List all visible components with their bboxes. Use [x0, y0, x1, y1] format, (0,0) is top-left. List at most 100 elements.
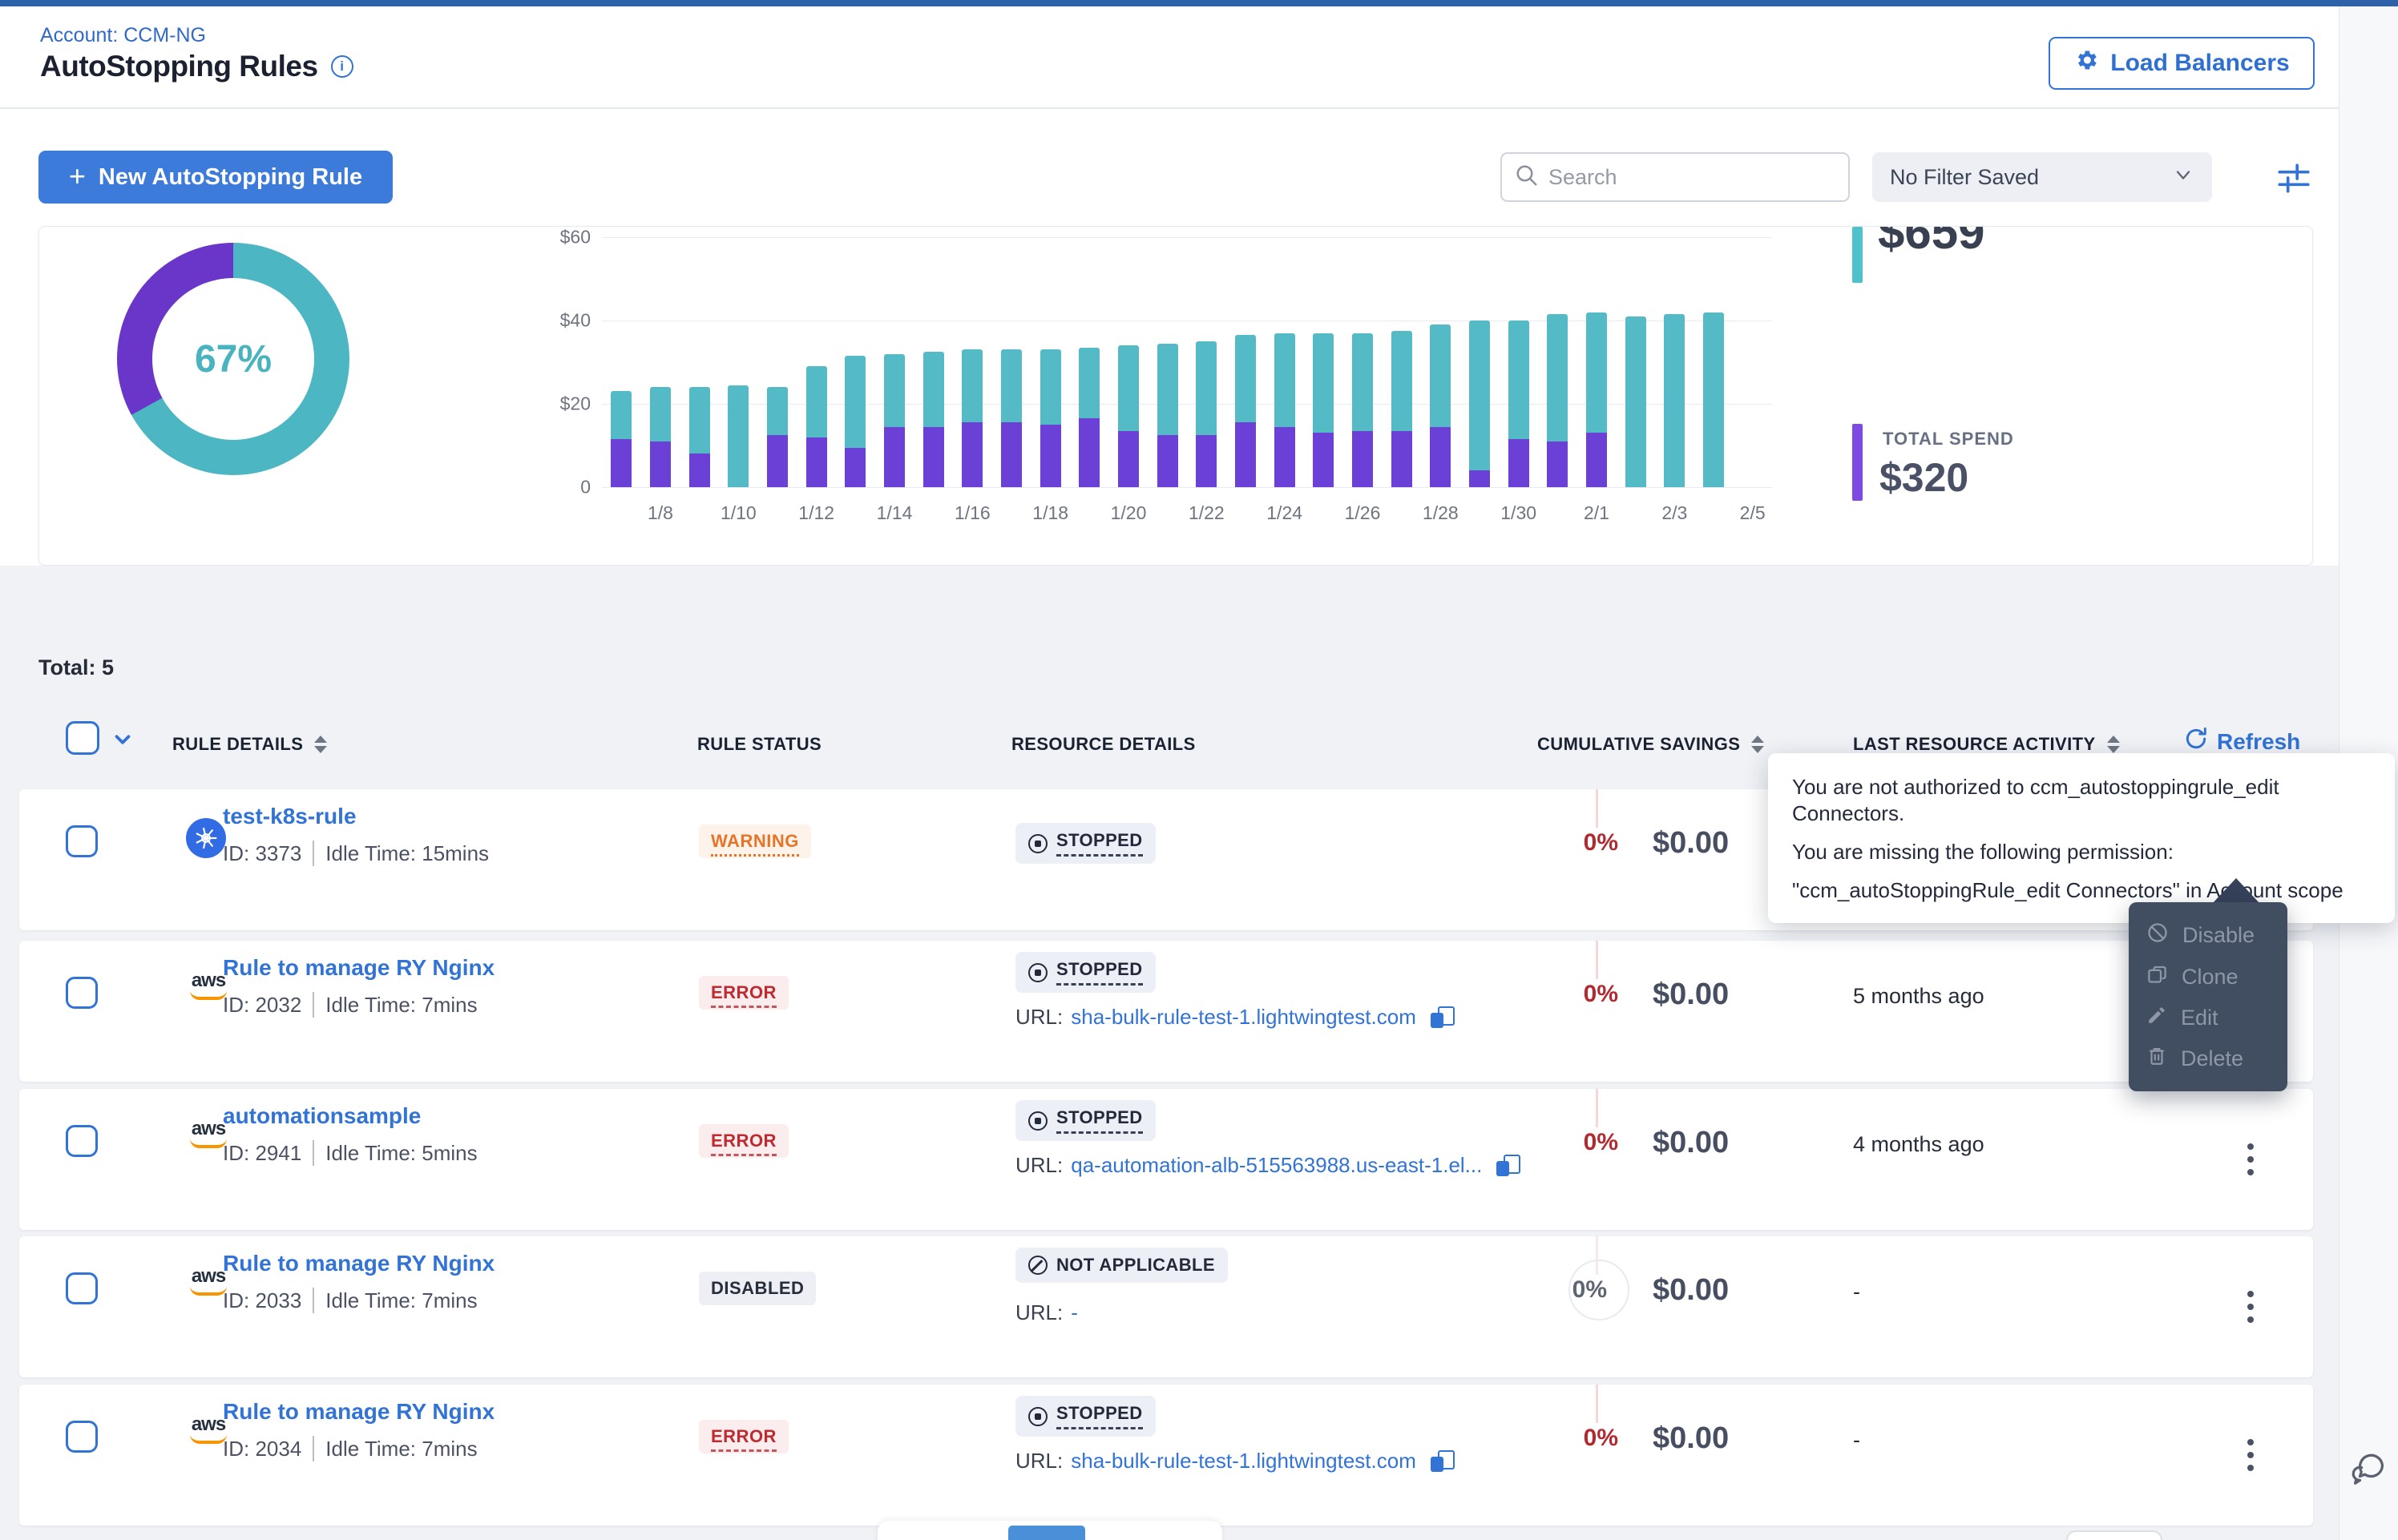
tooltip-line: You are not authorized to ccm_autostoppi…	[1792, 774, 2371, 827]
search-input[interactable]	[1548, 165, 1835, 190]
resource-state-badge[interactable]: STOPPED	[1015, 823, 1156, 864]
y-axis-tick: $40	[520, 310, 591, 332]
column-header-resource-details: RESOURCE DETAILS	[1011, 734, 1196, 755]
bar-segment-savings	[1469, 320, 1490, 470]
rule-id-and-idle-time: ID: 2034Idle Time: 7mins	[223, 1436, 478, 1461]
rule-id-and-idle-time: ID: 2941Idle Time: 5mins	[223, 1140, 478, 1166]
resource-url-link[interactable]: sha-bulk-rule-test-1.lightwingtest.com	[1071, 1005, 1416, 1030]
new-rule-label: New AutoStopping Rule	[99, 164, 362, 191]
column-header-rule-details[interactable]: RULE DETAILS	[172, 734, 327, 755]
rule-status-badge[interactable]: ERROR	[699, 1124, 789, 1158]
x-axis-tick: 1/18	[1032, 502, 1068, 524]
rule-status-badge[interactable]: ERROR	[699, 976, 789, 1010]
row-checkbox[interactable]	[66, 977, 98, 1009]
cumulative-savings-percent: 0%	[1498, 1236, 1618, 1377]
context-menu-item-edit[interactable]: Edit	[2129, 1005, 2287, 1031]
row-actions-kebab[interactable]	[2225, 1089, 2276, 1230]
bar-segment-savings	[1157, 344, 1178, 435]
rule-name-link[interactable]: Rule to manage RY Nginx	[223, 1399, 495, 1425]
bar-segment-savings	[884, 354, 905, 427]
rule-name-link[interactable]: Rule to manage RY Nginx	[223, 955, 495, 981]
bar-segment-spend	[650, 441, 671, 487]
row-checkbox[interactable]	[66, 1272, 98, 1304]
context-menu-item-clone[interactable]: Clone	[2129, 964, 2287, 991]
load-balancers-button[interactable]: Load Balancers	[2049, 37, 2315, 90]
context-menu-caret	[2212, 878, 2260, 904]
bar-segment-spend	[1040, 425, 1061, 487]
resource-state-icon	[1028, 963, 1048, 982]
cumulative-savings-amount: $0.00	[1653, 1273, 1729, 1308]
sort-icon[interactable]	[314, 736, 327, 753]
bar-segment-spend	[1157, 435, 1178, 487]
context-menu-item-disable[interactable]: Disable	[2129, 921, 2287, 949]
rule-name-link[interactable]: test-k8s-rule	[223, 804, 357, 829]
filter-sliders-icon[interactable]	[2275, 159, 2313, 197]
rule-id-and-idle-time: ID: 2033Idle Time: 7mins	[223, 1288, 478, 1313]
select-menu-chevron-icon[interactable]	[111, 728, 135, 756]
clone-icon	[2146, 964, 2168, 991]
rule-status-badge[interactable]: WARNING	[699, 824, 811, 858]
column-header-cumulative-savings[interactable]: CUMULATIVE SAVINGS	[1537, 734, 1764, 755]
tooltip-line: "ccm_autoStoppingRule_edit Connectors" i…	[1792, 877, 2371, 904]
table-row: aws automationsample ID: 2941Idle Time: …	[19, 1089, 2313, 1230]
page-size-button[interactable]	[2066, 1530, 2162, 1540]
row-checkbox[interactable]	[66, 1421, 98, 1453]
bar-segment-spend	[884, 427, 905, 487]
resource-state-icon	[1028, 1407, 1048, 1426]
select-all-checkbox[interactable]	[66, 721, 99, 755]
copy-icon[interactable]	[1431, 1450, 1453, 1473]
chat-support-icon[interactable]	[2344, 1447, 2388, 1492]
copy-icon[interactable]	[1431, 1006, 1453, 1029]
new-autostopping-rule-button[interactable]: + New AutoStopping Rule	[38, 151, 393, 204]
resource-url-link[interactable]: qa-automation-alb-515563988.us-east-1.el…	[1071, 1153, 1482, 1178]
row-checkbox[interactable]	[66, 1125, 98, 1157]
cumulative-savings-percent: 0%	[1498, 1089, 1618, 1230]
rule-status-badge[interactable]: ERROR	[699, 1420, 789, 1453]
bar-segment-savings	[1664, 314, 1685, 487]
bar-segment-spend	[1508, 439, 1529, 487]
bar-segment-savings	[650, 387, 671, 441]
account-breadcrumb[interactable]: Account: CCM-NG	[40, 24, 206, 47]
column-header-last-resource-activity[interactable]: LAST RESOURCE ACTIVITY	[1853, 734, 2120, 755]
x-axis-tick: 2/5	[1740, 502, 1766, 524]
row-actions-kebab[interactable]	[2225, 1385, 2276, 1526]
resource-url-link[interactable]: sha-bulk-rule-test-1.lightwingtest.com	[1071, 1449, 1416, 1473]
resource-state-icon	[1028, 1111, 1048, 1131]
bar-segment-spend	[962, 422, 983, 487]
bar-segment-spend	[1352, 431, 1373, 487]
resource-state-badge[interactable]: STOPPED	[1015, 1396, 1156, 1437]
resource-url-link[interactable]: -	[1071, 1300, 1078, 1325]
rule-name-link[interactable]: Rule to manage RY Nginx	[223, 1251, 495, 1276]
bar-segment-spend	[1118, 431, 1139, 487]
resource-state-badge[interactable]: NOT APPLICABLE	[1015, 1248, 1228, 1283]
saved-filter-select[interactable]: No Filter Saved	[1872, 152, 2212, 202]
x-axis-tick: 1/30	[1500, 502, 1536, 524]
bar-segment-savings	[1001, 349, 1022, 422]
total-count: Total: 5	[38, 655, 114, 680]
bar-segment-savings	[1391, 331, 1412, 431]
row-checkbox[interactable]	[66, 825, 98, 857]
bar-segment-savings	[962, 349, 983, 422]
row-context-menu: Disable Clone Edit Delete	[2129, 902, 2287, 1091]
row-actions-kebab[interactable]	[2225, 1236, 2276, 1377]
pagination-current-page[interactable]	[1008, 1526, 1085, 1540]
bar-segment-savings	[728, 385, 749, 487]
total-spend-value: $320	[1879, 454, 1968, 501]
kubernetes-icon	[186, 818, 226, 858]
resource-state-badge[interactable]: STOPPED	[1015, 1100, 1156, 1141]
sort-icon[interactable]	[2107, 736, 2120, 753]
url-label: URL:	[1015, 1005, 1063, 1030]
context-menu-item-delete[interactable]: Delete	[2129, 1046, 2287, 1072]
y-axis-tick: $20	[520, 393, 591, 415]
resource-state-badge[interactable]: STOPPED	[1015, 952, 1156, 993]
rule-name-link[interactable]: automationsample	[223, 1103, 421, 1129]
disable-icon	[2146, 921, 2169, 949]
bar-segment-savings	[1625, 316, 1646, 487]
cumulative-savings-amount: $0.00	[1653, 1421, 1729, 1456]
info-icon[interactable]: i	[331, 55, 353, 78]
sort-icon[interactable]	[1751, 736, 1764, 753]
last-resource-activity: -	[1853, 1428, 1860, 1453]
rule-status-badge[interactable]: DISABLED	[699, 1272, 816, 1305]
gridline	[602, 237, 1772, 238]
total-spend-accent-bar	[1852, 424, 1863, 501]
